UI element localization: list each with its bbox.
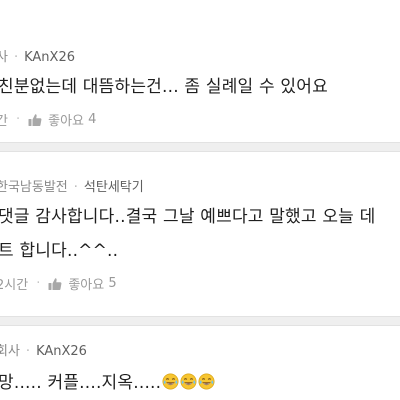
comment-card: 회사 · KAnX26 망..... 커플....지옥..... — [0, 326, 400, 400]
comment-header: 회사 · KAnX26 — [0, 340, 87, 359]
like-label[interactable]: 좋아요 — [68, 274, 104, 293]
emoji-group — [161, 373, 215, 393]
header-separator: · — [25, 344, 31, 359]
header-separator: · — [13, 50, 19, 65]
comment-header: 한국남동발전 · 석탄세탁기 — [0, 176, 144, 195]
comment-text: 망..... 커플....지옥..... — [0, 368, 215, 393]
thumbs-up-icon[interactable] — [28, 113, 42, 127]
like-count: 4 — [88, 112, 97, 127]
footer-separator: · — [36, 276, 41, 291]
comment-nickname[interactable]: 석탄세탁기 — [84, 180, 144, 195]
comment-time: 간 — [0, 114, 8, 129]
comment-divider — [0, 142, 400, 152]
tears-of-joy-emoji — [180, 373, 197, 390]
tears-of-joy-emoji — [198, 373, 215, 390]
comment-affiliation: 회사 — [0, 344, 20, 359]
comment-divider — [0, 316, 400, 326]
comment-nickname[interactable]: KAnX26 — [36, 344, 87, 359]
comment-text-line: 트 합니다..^^.. — [0, 241, 119, 261]
comment-card: 한국남동발전 · 석탄세탁기 댓글 감사합니다..결국 그날 예쁘다고 말했고 오늘… — [0, 152, 400, 316]
like-label[interactable]: 좋아요 — [48, 110, 84, 129]
comment-affiliation: 사 — [0, 50, 8, 65]
like-count: 5 — [108, 276, 117, 291]
comment-card: 사 · KAnX26 친분없는데 대뜸하는건... 좀 실례일 수 있어요 간 · … — [0, 0, 400, 142]
comment-text-content: 망..... 커플....지옥..... — [0, 373, 162, 393]
comment-nickname[interactable]: KAnX26 — [24, 50, 75, 65]
thumbs-up-icon[interactable] — [48, 277, 62, 291]
comment-text: 친분없는데 대뜸하는건... 좀 실례일 수 있어요 — [0, 77, 328, 97]
comment-text-line: 댓글 감사합니다..결국 그날 예쁘다고 말했고 오늘 데 — [0, 207, 376, 227]
comment-header: 사 · KAnX26 — [0, 46, 75, 65]
tears-of-joy-emoji — [162, 373, 179, 390]
comment-affiliation: 한국남동발전 — [0, 180, 68, 195]
comment-footer: 2시간 · 좋아요 5 — [0, 274, 117, 293]
header-separator: · — [73, 180, 78, 195]
comment-time: 2시간 — [0, 278, 29, 293]
footer-separator: · — [15, 112, 21, 127]
comment-footer: 간 · 좋아요 4 — [0, 110, 96, 129]
